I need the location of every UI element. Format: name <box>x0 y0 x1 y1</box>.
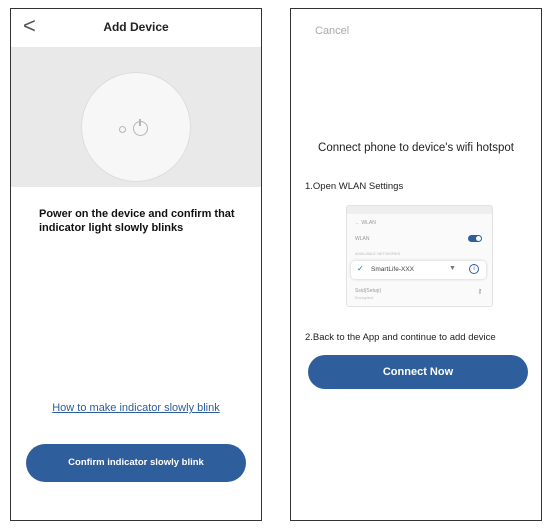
connect-now-button[interactable]: Connect Now <box>308 355 528 389</box>
step-two-text: 2.Back to the App and continue to add de… <box>305 332 496 343</box>
connect-hotspot-screen: Cancel Connect phone to device's wifi ho… <box>290 8 542 521</box>
mock-wlan-label: WLAN <box>355 236 370 242</box>
key-icon: ⚷ <box>477 289 482 295</box>
wlan-settings-screenshot: ← WLAN WLAN AVAILABLE NETWORKS ✓ SmartLi… <box>346 205 493 307</box>
mock-wlan-header: ← WLAN <box>355 220 376 226</box>
mock-status-bar <box>347 206 492 214</box>
confirm-indicator-button[interactable]: Confirm indicator slowly blink <box>26 444 246 482</box>
mock-network-more: Ssid(Setup) <box>355 288 382 294</box>
top-bar: < Add Device <box>11 9 261 45</box>
add-device-screen: < Add Device Power on the device and con… <box>10 8 262 521</box>
check-icon: ✓ <box>357 264 364 273</box>
mock-network-ssid: SmartLife-XXX <box>371 266 414 273</box>
mock-section-label: AVAILABLE NETWORKS <box>355 251 401 256</box>
indicator-light-icon <box>119 126 126 133</box>
mock-network-more-sub: Encrypted <box>355 295 374 300</box>
hotspot-heading: Connect phone to device's wifi hotspot <box>318 142 514 154</box>
mock-wlan-toggle-icon <box>468 235 482 242</box>
device-disc-image <box>81 72 191 182</box>
power-button-icon <box>133 119 148 136</box>
instruction-text: Power on the device and confirm that ind… <box>39 208 235 234</box>
indicator-help-link[interactable]: How to make indicator slowly blink <box>11 402 261 414</box>
wifi-signal-icon: ▼ <box>449 265 456 272</box>
cancel-button[interactable]: Cancel <box>315 25 349 37</box>
step-one-text: 1.Open WLAN Settings <box>305 181 404 192</box>
info-icon: i <box>469 264 479 274</box>
page-title: Add Device <box>103 20 169 34</box>
device-illustration <box>11 47 261 187</box>
mock-network-row: ✓ SmartLife-XXX ▼ i <box>351 261 486 279</box>
